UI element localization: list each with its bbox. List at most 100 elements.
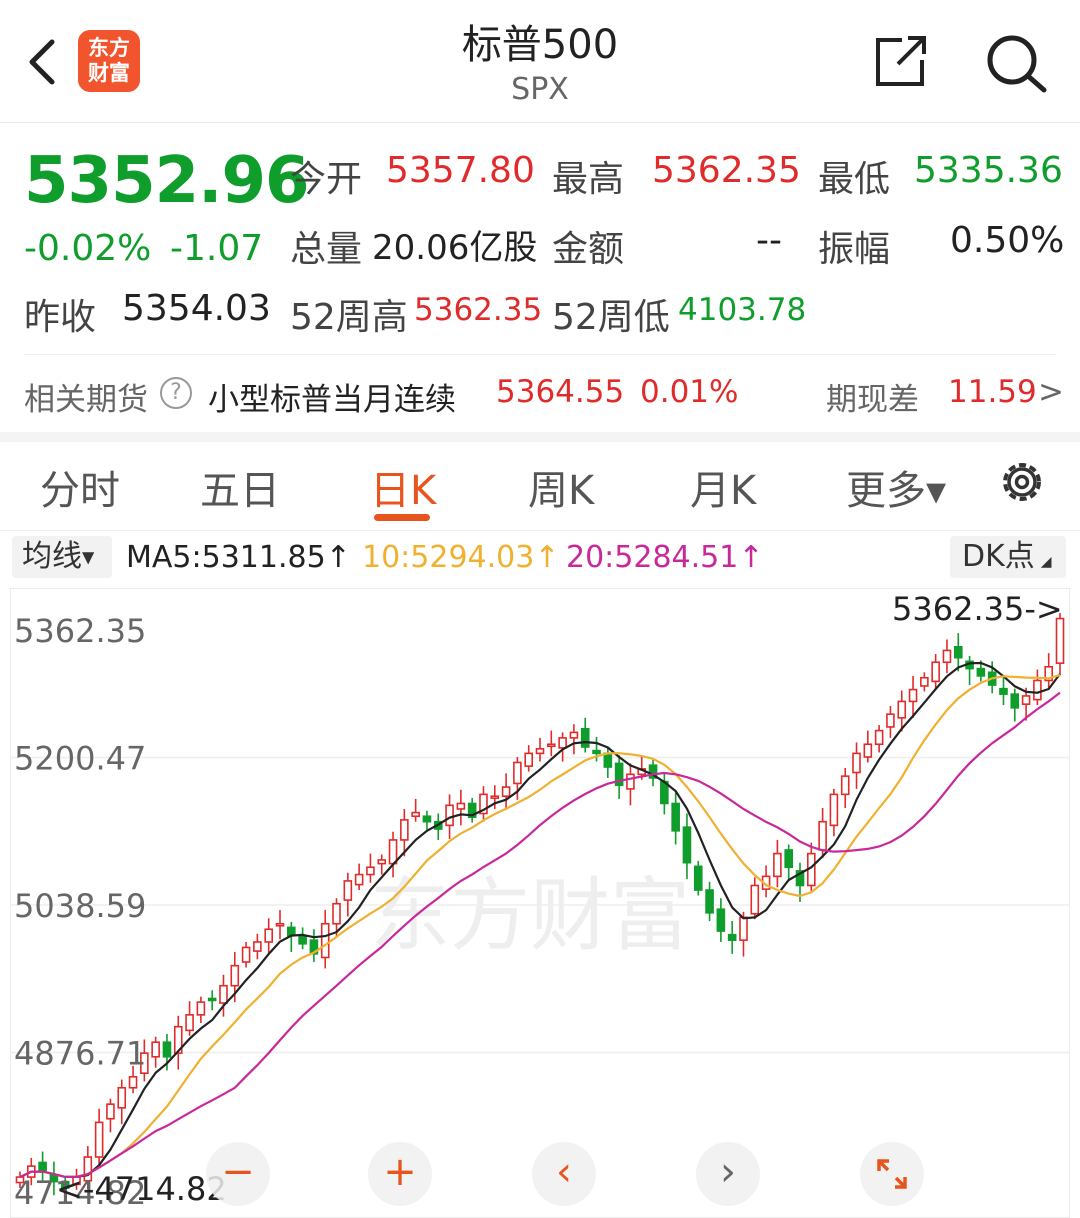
open-label: 今开: [290, 159, 363, 200]
expand-icon: [877, 1159, 907, 1189]
y-tick-label: 5038.59: [14, 887, 146, 925]
candle-up: [264, 928, 273, 943]
max-price-marker: 5362.35->: [892, 590, 1063, 628]
zoom-out-button[interactable]: −: [206, 1142, 270, 1206]
candle-up: [230, 964, 240, 987]
ma-selector[interactable]: 均线▼: [12, 536, 112, 578]
candle-up: [456, 802, 466, 810]
amount-value: --: [756, 220, 782, 261]
fullscreen-button[interactable]: [860, 1142, 924, 1206]
futures-name[interactable]: 小型标普当月连续: [208, 374, 456, 419]
search-icon[interactable]: [984, 32, 1050, 94]
active-tab-indicator: [374, 514, 430, 521]
candle-down: [682, 826, 692, 864]
candle-up: [546, 743, 556, 748]
scroll-left-button[interactable]: ‹: [532, 1142, 596, 1206]
candle-down: [580, 727, 590, 748]
candlestick-chart[interactable]: 东方财富 5362.355200.475038.594876.714714.82…: [10, 588, 1070, 1218]
candle-up: [852, 752, 861, 774]
candle-up: [490, 795, 500, 799]
candle-up: [185, 1014, 194, 1032]
candle-up: [626, 773, 635, 790]
candle-up: [818, 820, 827, 851]
ma5-readout: MA5:5311.85↑: [126, 540, 351, 575]
high-label: 最高: [552, 159, 625, 200]
candle-up: [332, 902, 341, 925]
help-icon[interactable]: ?: [160, 377, 192, 409]
candle-up: [863, 743, 873, 758]
candle-up: [920, 676, 929, 687]
candle-down: [422, 815, 432, 823]
gear-icon[interactable]: [996, 456, 1048, 508]
candle-up: [524, 752, 533, 767]
candle-up: [411, 811, 420, 818]
chevron-right-icon[interactable]: >: [1038, 374, 1064, 410]
tab-monthly-k[interactable]: 月K: [690, 458, 756, 516]
dk-points-button[interactable]: DK点 ◢: [950, 536, 1066, 578]
tab-more[interactable]: 更多▾: [846, 458, 946, 516]
zoom-in-button[interactable]: +: [368, 1142, 432, 1206]
ma10-readout: 10:5294.03↑: [362, 540, 560, 575]
basis-label: 期现差: [826, 382, 919, 418]
scroll-right-button[interactable]: ›: [696, 1142, 760, 1206]
candle-down: [603, 752, 613, 768]
candle-up: [773, 852, 782, 878]
candle-down: [693, 865, 703, 891]
candle-up: [535, 748, 545, 755]
candle-up: [931, 661, 940, 683]
candle-up: [117, 1086, 127, 1109]
futures-change: 0.01%: [640, 374, 739, 410]
candle-down: [1010, 693, 1020, 709]
ma20-readout: 20:5284.51↑: [566, 540, 764, 575]
amount-label: 金额: [552, 229, 625, 270]
prev-close-label: 昨收: [24, 297, 97, 338]
candle-down: [298, 934, 307, 945]
section-gap: [0, 432, 1080, 442]
candle-up: [354, 873, 364, 886]
prev-close-value: 5354.03: [122, 288, 271, 329]
candle-up: [400, 819, 409, 841]
candle-up: [897, 700, 907, 719]
candle-up: [219, 984, 228, 1004]
candle-up: [569, 731, 579, 739]
candle-up: [253, 941, 262, 952]
candle-up: [739, 916, 748, 941]
candle-up: [445, 804, 454, 827]
min-price-marker: <-4714.82: [56, 1170, 227, 1208]
candle-down: [976, 667, 986, 677]
candle-down: [953, 645, 963, 659]
tab-daily-k[interactable]: 日K: [370, 458, 436, 516]
candle-up: [151, 1041, 160, 1058]
candle-up: [106, 1103, 115, 1120]
dk-points-label: DK点: [962, 539, 1035, 574]
candle-up: [513, 761, 522, 785]
candle-up: [388, 839, 398, 865]
tab-weekly-k[interactable]: 周K: [528, 458, 594, 516]
amplitude-value: 0.50%: [950, 220, 1065, 261]
candle-up: [1033, 679, 1042, 701]
w52-low-label: 52周低: [552, 297, 670, 338]
futures-label: 相关期货: [24, 382, 148, 418]
candle-up: [196, 1001, 206, 1016]
amplitude-label: 振幅: [818, 229, 891, 270]
candle-down: [592, 749, 601, 755]
top-bar: 东方 财富 标普500 SPX: [0, 0, 1080, 123]
candle-down: [727, 933, 737, 941]
share-icon[interactable]: [872, 34, 930, 90]
divider: [0, 530, 1080, 531]
y-tick-label: 4876.71: [14, 1034, 146, 1072]
candle-up: [275, 922, 285, 927]
candle-up: [558, 737, 567, 749]
candle-up: [501, 786, 511, 797]
candle-down: [999, 687, 1008, 695]
candle-down: [671, 802, 680, 832]
tab-intraday[interactable]: 分时: [40, 458, 120, 516]
candle-down: [162, 1041, 172, 1058]
volume-label: 总量: [290, 229, 363, 270]
y-tick-label: 5362.35: [14, 612, 146, 650]
tab-five-day[interactable]: 五日: [200, 458, 280, 516]
candle-up: [908, 688, 918, 703]
candle-down: [705, 889, 714, 914]
w52-low-value: 4103.78: [678, 292, 807, 328]
candle-up: [343, 880, 353, 901]
